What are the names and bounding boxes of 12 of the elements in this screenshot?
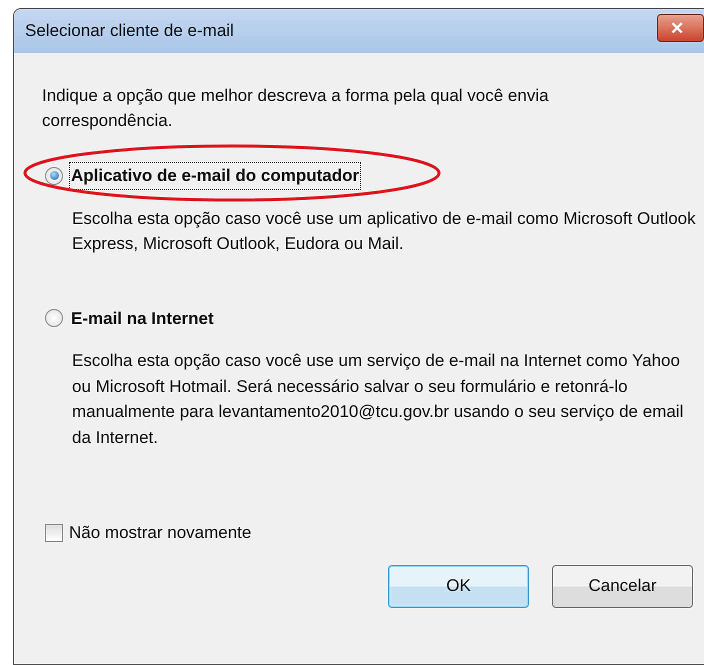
radio-label[interactable]: Aplicativo de e-mail do computador [69,162,362,190]
option-description: Escolha esta opção caso você use um aplicativo de e-mail como Microsoft Outlook Express, Microsoft Outlook, Eudora ou Mail. [72,208,697,255]
instruction-text: Indique a opção que melhor descreva a forma pela qual você envia correspondência. [42,85,550,132]
radio-button[interactable] [45,309,63,328]
option-description: Escolha esta opção caso você use um serviço de e-mail na Internet como Yahoo ou Microsoft Hotmail. Será necessário salvar o seu formulário e retonrá-lo manualmente para levantamento2010@tcu.gov.br usando o seu serviço de email da Internet. [72,350,684,448]
cancel-button[interactable]: Cancelar [552,564,693,608]
radio-label[interactable]: E-mail na Internet [69,304,216,332]
radio-button[interactable] [45,166,63,185]
window-title: Selecionar cliente de e-mail [25,20,234,42]
checkbox[interactable] [45,524,63,542]
checkbox-label[interactable]: Não mostrar novamente [69,520,252,546]
ok-button[interactable]: OK [388,564,529,608]
